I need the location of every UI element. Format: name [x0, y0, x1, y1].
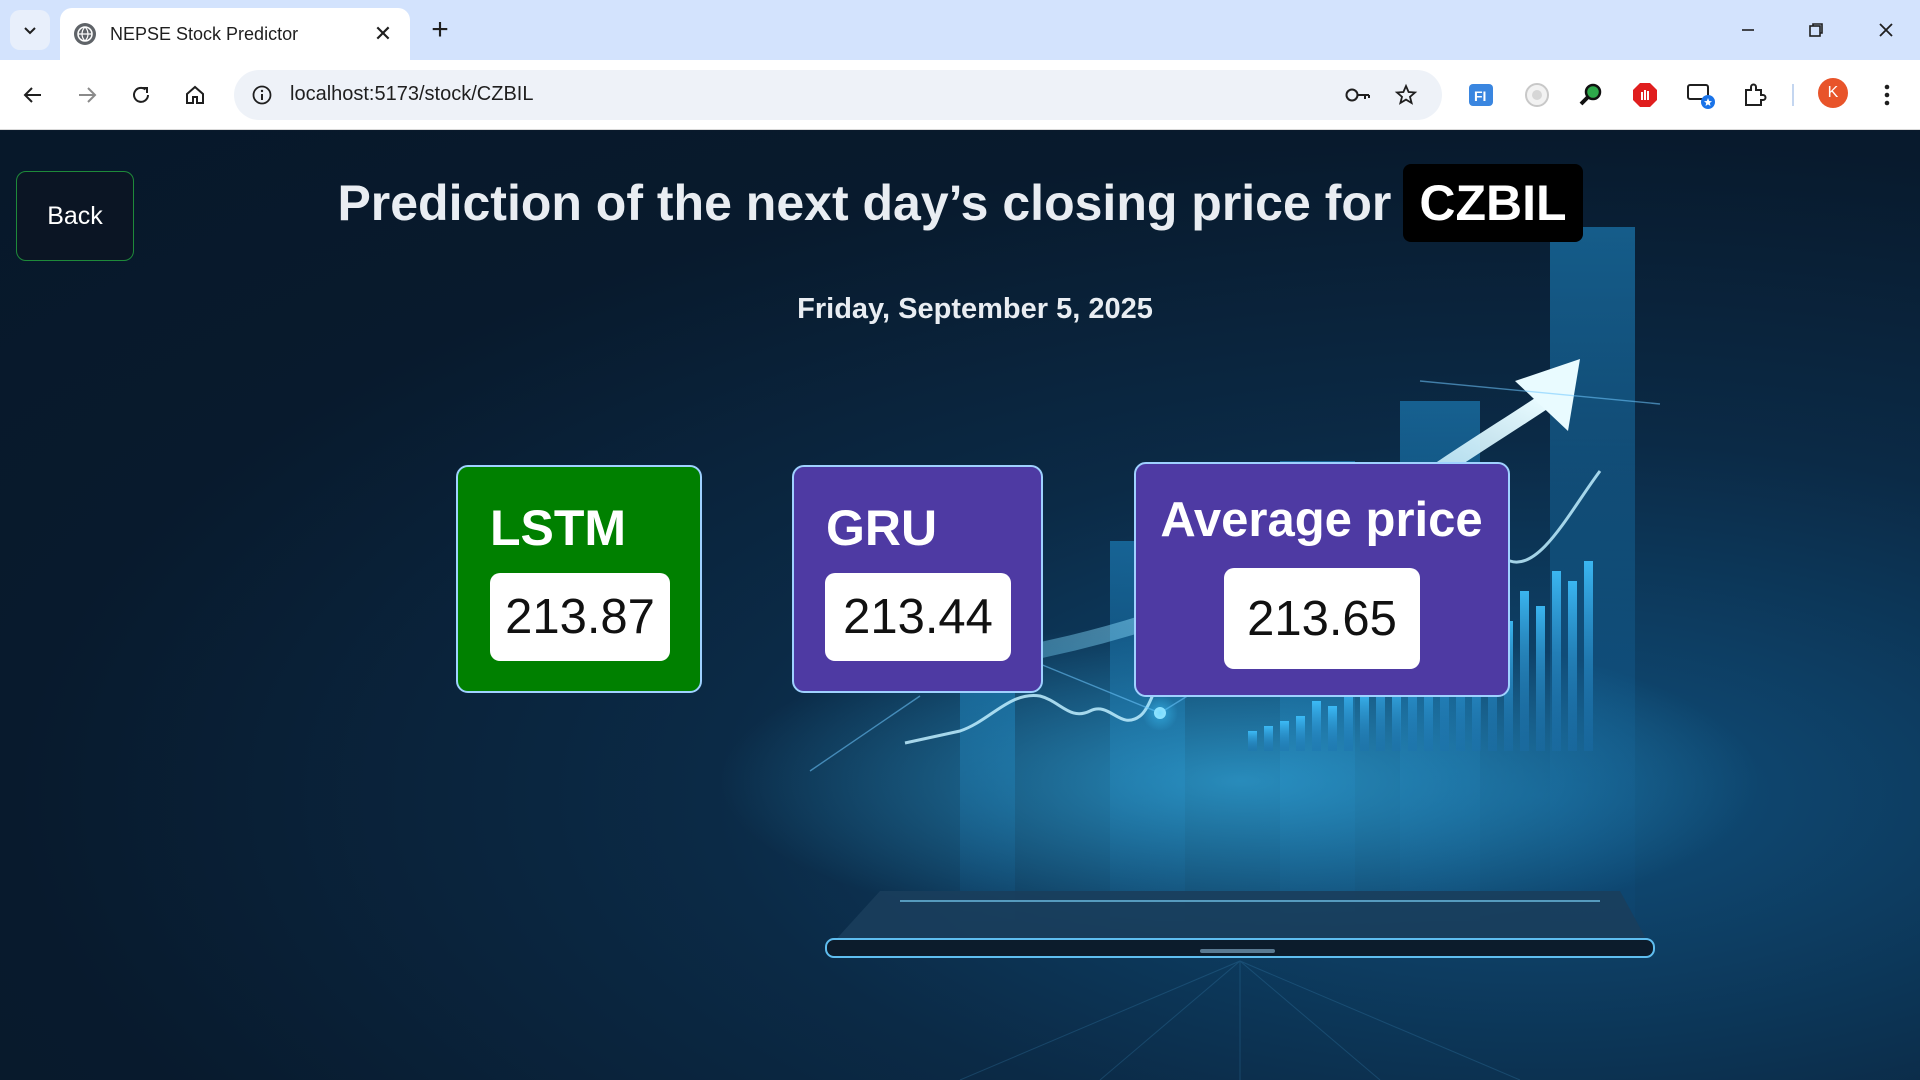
restore-icon[interactable] — [1786, 8, 1846, 52]
close-tab-icon[interactable]: ✕ — [370, 21, 396, 47]
browser-tab[interactable]: NEPSE Stock Predictor ✕ — [60, 8, 410, 60]
chevron-down-icon — [24, 27, 36, 35]
ticker-badge: CZBIL — [1403, 164, 1583, 242]
extensions-puzzle-icon[interactable] — [1736, 76, 1774, 114]
headline-text: Prediction of the next day’s closing pri… — [337, 175, 1392, 231]
lstm-value: 213.87 — [490, 573, 670, 661]
tab-title: NEPSE Stock Predictor — [110, 23, 299, 44]
reload-icon[interactable] — [120, 74, 162, 116]
magnifier-extension-icon[interactable] — [1572, 76, 1610, 114]
profile-avatar[interactable]: K — [1818, 78, 1848, 108]
globe-icon — [74, 23, 96, 45]
translate-extension-icon[interactable]: FI — [1462, 76, 1500, 114]
page-title: Prediction of the next day’s closing pri… — [0, 164, 1920, 242]
bookmark-star-icon[interactable] — [1390, 79, 1422, 111]
site-info-icon[interactable] — [246, 79, 278, 111]
browser-toolbar: localhost:5173/stock/CZBIL FI K — [0, 60, 1920, 130]
address-bar[interactable]: localhost:5173/stock/CZBIL — [234, 70, 1442, 120]
url-text[interactable]: localhost:5173/stock/CZBIL — [290, 83, 533, 106]
page-content: Back Prediction of the next day’s closin… — [0, 131, 1920, 1080]
lstm-card-title: LSTM — [490, 500, 627, 556]
average-price-card: Average price 213.65 — [1134, 462, 1510, 697]
toolbar-divider — [1792, 84, 1794, 106]
close-window-icon[interactable] — [1856, 8, 1916, 52]
prediction-date: Friday, September 5, 2025 — [797, 293, 1153, 325]
gru-prediction-card: GRU 213.44 — [792, 465, 1043, 693]
adblock-extension-icon[interactable] — [1626, 76, 1664, 114]
menu-dots-icon[interactable] — [1868, 76, 1906, 114]
forward-arrow-icon[interactable] — [66, 74, 108, 116]
gru-card-title: GRU — [826, 500, 938, 556]
screen-cast-icon[interactable] — [1682, 76, 1720, 114]
gru-value: 213.44 — [825, 573, 1011, 661]
lstm-prediction-card: LSTM 213.87 — [456, 465, 702, 693]
home-icon[interactable] — [174, 74, 216, 116]
average-value: 213.65 — [1224, 568, 1420, 669]
svg-text:FI: FI — [1474, 88, 1486, 104]
password-key-icon[interactable] — [1342, 79, 1374, 111]
browser-tab-bar: NEPSE Stock Predictor ✕ + — [0, 0, 1920, 60]
capture-extension-icon[interactable] — [1518, 76, 1556, 114]
minimize-icon[interactable] — [1718, 8, 1778, 52]
back-arrow-icon[interactable] — [12, 74, 54, 116]
tab-search-button[interactable] — [10, 10, 50, 50]
new-tab-button[interactable]: + — [422, 12, 458, 48]
average-card-title: Average price — [1160, 493, 1483, 547]
